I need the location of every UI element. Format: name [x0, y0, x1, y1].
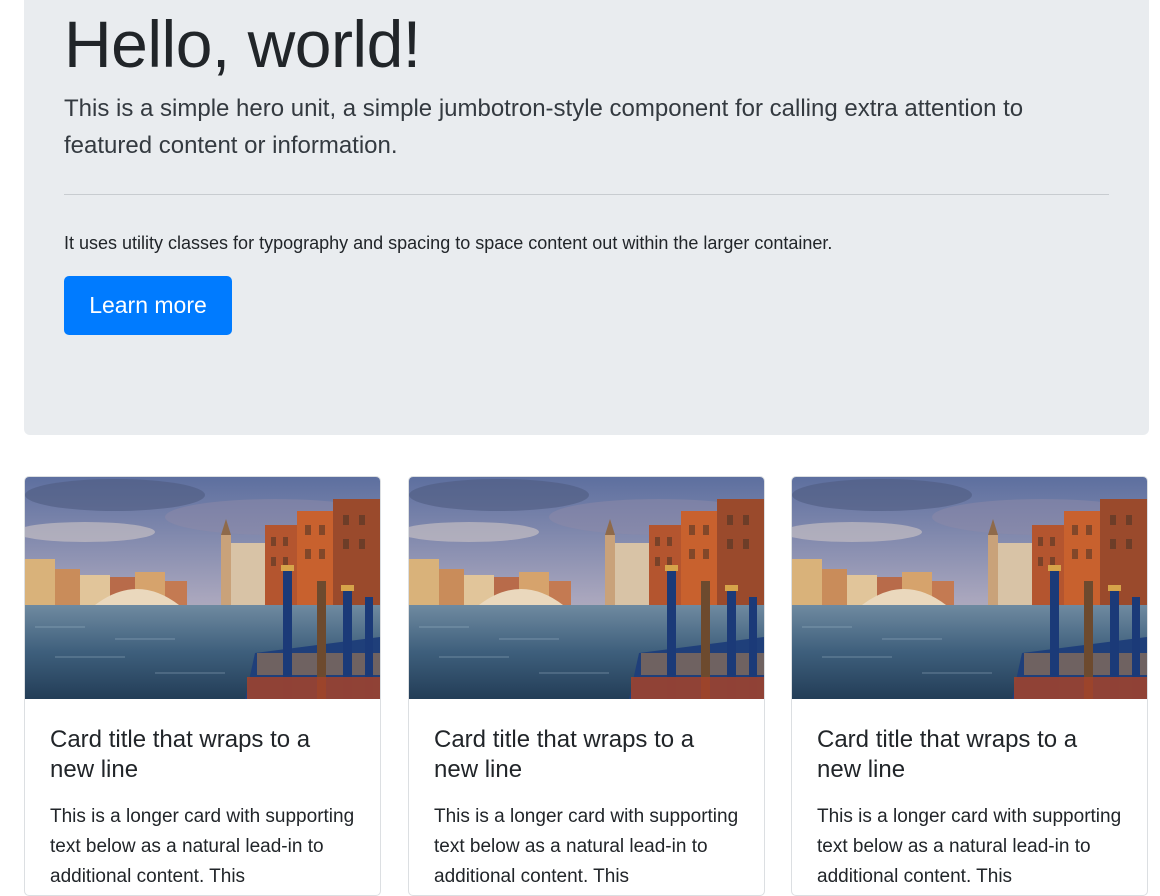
card-image [25, 477, 380, 699]
hero-lead: This is a simple hero unit, a simple jum… [64, 95, 1024, 159]
hero-title: Hello, world! [64, 7, 421, 81]
jumbotron: Hello, world! This is a simple hero unit… [24, 0, 1149, 435]
card-title: Card title that wraps to a new line [817, 726, 1078, 783]
learn-more-button[interactable]: Learn more [64, 276, 232, 335]
card: Card title that wraps to a new line This… [791, 476, 1148, 896]
divider [64, 194, 1109, 195]
card-title: Card title that wraps to a new line [50, 726, 311, 783]
card-image [409, 477, 764, 699]
card-image [792, 477, 1147, 699]
card: Card title that wraps to a new line This… [24, 476, 381, 896]
card-title: Card title that wraps to a new line [434, 726, 695, 783]
hero-text: It uses utility classes for typography a… [64, 233, 833, 253]
card: Card title that wraps to a new line This… [408, 476, 765, 896]
